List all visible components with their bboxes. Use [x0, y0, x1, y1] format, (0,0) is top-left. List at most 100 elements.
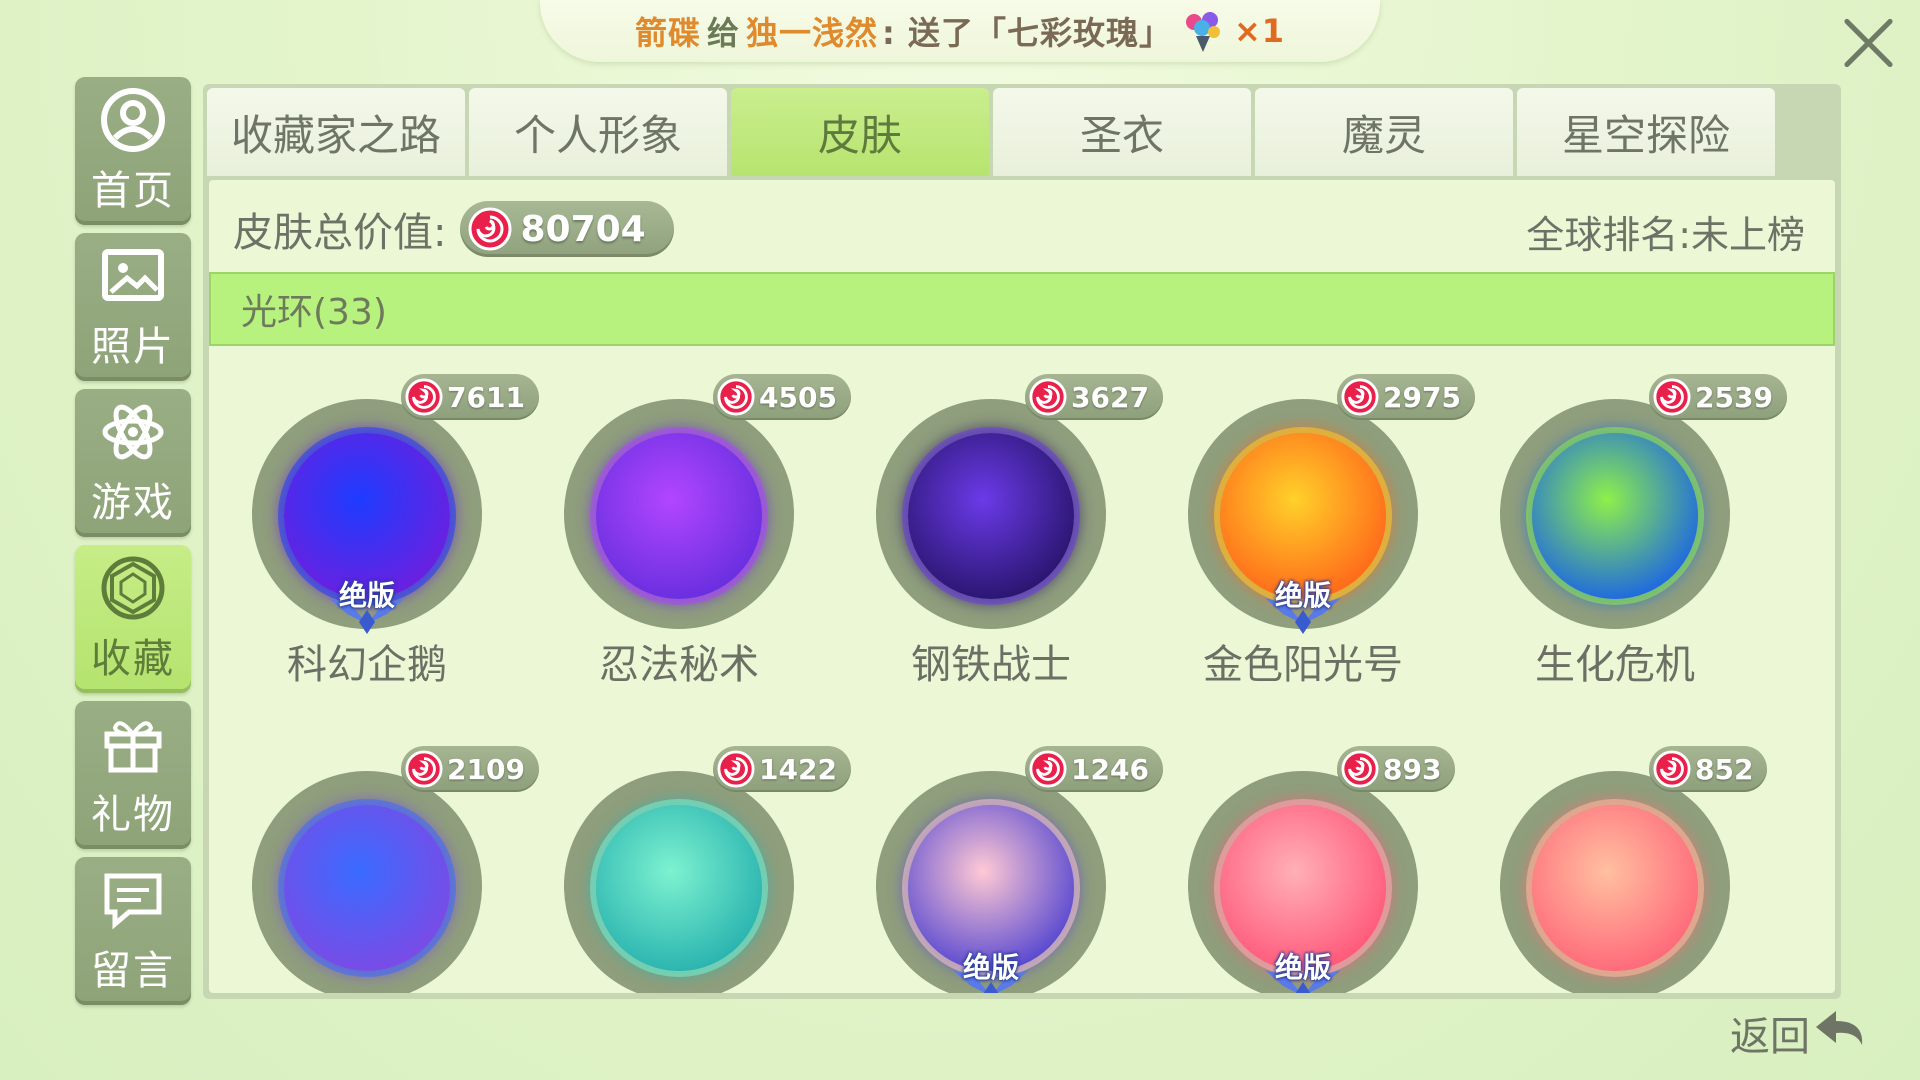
halo-preview-icon	[908, 433, 1074, 599]
sidebar-label: 礼物	[91, 792, 175, 838]
message-icon	[104, 873, 162, 930]
skin-item[interactable]: 2109	[211, 732, 539, 993]
back-button[interactable]: 返回	[1730, 1004, 1870, 1062]
candy-icon	[1029, 378, 1067, 416]
limited-edition-label: 绝版	[962, 951, 1019, 984]
skin-name: 生化危机	[1535, 642, 1695, 688]
tab-skins[interactable]: 皮肤	[731, 88, 989, 176]
skin-price: 7611	[447, 380, 525, 414]
candy-icon	[717, 750, 755, 788]
limited-edition-label: 绝版	[338, 579, 395, 612]
limited-edition-badge: 绝版	[945, 946, 1037, 993]
skin-price-tag: 1246	[1025, 746, 1163, 792]
tab-bar: 收藏家之路 个人形象 皮肤 圣衣 魔灵 星空探险	[207, 88, 1779, 176]
halo-preview-icon	[284, 805, 450, 971]
limited-edition-label: 绝版	[1274, 579, 1331, 612]
rose-bouquet-icon	[1180, 8, 1226, 54]
user-circle-icon	[101, 88, 165, 152]
skin-price-tag: 7611	[401, 374, 539, 420]
skin-name: 科幻企鹅	[287, 642, 447, 688]
skin-price: 1246	[1071, 752, 1149, 786]
return-arrow-icon	[1816, 1011, 1863, 1045]
sidebar-item-home[interactable]: 首页	[75, 77, 191, 225]
skin-item[interactable]: 2539 生化危机	[1459, 360, 1787, 690]
skin-item[interactable]: 3627 钢铁战士	[835, 360, 1163, 690]
skin-item[interactable]: 1246 绝版	[835, 732, 1163, 993]
skin-price-tag: 1422	[713, 746, 851, 792]
sidebar: 首页 照片 游戏 收藏 礼物 留言	[75, 77, 191, 1013]
candy-icon	[405, 750, 443, 788]
skin-item[interactable]: 893 绝版	[1147, 732, 1456, 993]
candy-icon	[1029, 750, 1067, 788]
sidebar-item-collection[interactable]: 收藏	[75, 545, 191, 693]
halo-preview-icon	[596, 433, 762, 599]
candy-icon	[1653, 378, 1691, 416]
skin-name: 钢铁战士	[911, 642, 1071, 688]
skin-item[interactable]: 2975 绝版金色阳光号	[1147, 360, 1475, 690]
banner-sender: 箭碟	[634, 14, 701, 52]
back-label: 返回	[1730, 1014, 1810, 1060]
sidebar-label: 留言	[91, 948, 175, 994]
skin-item[interactable]: 7611 绝版科幻企鹅	[211, 360, 539, 690]
section-header-halo[interactable]: 光环(33)	[209, 272, 1835, 346]
sidebar-item-gifts[interactable]: 礼物	[75, 701, 191, 849]
skin-price: 2975	[1383, 380, 1461, 414]
skin-price-tag: 893	[1337, 746, 1456, 792]
picture-icon	[102, 249, 164, 301]
banner-gift-word: 给	[706, 14, 740, 52]
skins-content[interactable]: 皮肤总价值: 80704 全球排名:未上榜 光环(33) 7611 绝版 科幻企鹅 4…	[209, 180, 1835, 993]
limited-edition-badge: 绝版	[1257, 574, 1349, 634]
sidebar-item-messages[interactable]: 留言	[75, 857, 191, 1005]
total-value-row: 皮肤总价值: 80704	[233, 200, 674, 258]
skin-price: 1422	[759, 752, 837, 786]
sidebar-item-photos[interactable]: 照片	[75, 233, 191, 381]
skin-item[interactable]: 1422	[523, 732, 851, 993]
tab-demon-spirit[interactable]: 魔灵	[1255, 88, 1513, 176]
global-rank: 全球排名:未上榜	[1526, 213, 1805, 257]
close-icon[interactable]	[1840, 12, 1898, 70]
candy-icon	[717, 378, 755, 416]
tab-holy-cloth[interactable]: 圣衣	[993, 88, 1251, 176]
candy-icon	[1653, 750, 1691, 788]
collection-panel: 收藏家之路 个人形象 皮肤 圣衣 魔灵 星空探险 皮肤总价值: 80704 全球…	[203, 84, 1841, 999]
skin-price: 893	[1383, 752, 1442, 786]
banner-message: : 送了「七彩玫瑰」	[882, 14, 1172, 52]
tab-star-exploration[interactable]: 星空探险	[1517, 88, 1775, 176]
limited-edition-badge: 绝版	[321, 574, 413, 634]
skin-price-tag: 852	[1649, 746, 1768, 792]
skin-item[interactable]: 4505 忍法秘术	[523, 360, 851, 690]
sidebar-label: 收藏	[91, 636, 175, 682]
skin-price: 852	[1695, 752, 1754, 786]
sidebar-label: 首页	[91, 168, 175, 214]
atom-icon	[102, 404, 164, 460]
section-title: 光环(33)	[241, 292, 387, 333]
tab-collector-road[interactable]: 收藏家之路	[207, 88, 465, 176]
halo-preview-icon	[596, 805, 762, 971]
skin-price: 2539	[1695, 380, 1773, 414]
limited-edition-badge: 绝版	[1257, 946, 1349, 993]
skin-name: 忍法秘术	[599, 642, 759, 688]
skin-price: 4505	[759, 380, 837, 414]
candy-icon	[1341, 750, 1379, 788]
skin-price: 2109	[447, 752, 525, 786]
sidebar-item-games[interactable]: 游戏	[75, 389, 191, 537]
total-value: 80704	[520, 208, 646, 250]
skin-price-tag: 4505	[713, 374, 851, 420]
candy-icon	[405, 378, 443, 416]
limited-edition-label: 绝版	[1274, 951, 1331, 984]
skin-price-tag: 3627	[1025, 374, 1163, 420]
skin-item[interactable]: 852	[1459, 732, 1768, 993]
halo-preview-icon	[1532, 805, 1698, 971]
tab-personal-image[interactable]: 个人形象	[469, 88, 727, 176]
sidebar-label: 照片	[91, 324, 175, 370]
halo-preview-icon	[1532, 433, 1698, 599]
skin-price-tag: 2975	[1337, 374, 1475, 420]
banner-receiver: 独一浅然	[745, 14, 878, 52]
total-value-label: 皮肤总价值:	[233, 210, 447, 256]
banner-count: ×1	[1233, 12, 1286, 50]
total-value-pill: 80704	[460, 201, 674, 257]
sidebar-label: 游戏	[91, 480, 175, 526]
skin-name: 金色阳光号	[1203, 642, 1403, 688]
skin-price-tag: 2539	[1649, 374, 1787, 420]
gift-notification-banner: 箭碟 给 独一浅然 : 送了「七彩玫瑰」 ×1	[540, 0, 1380, 62]
